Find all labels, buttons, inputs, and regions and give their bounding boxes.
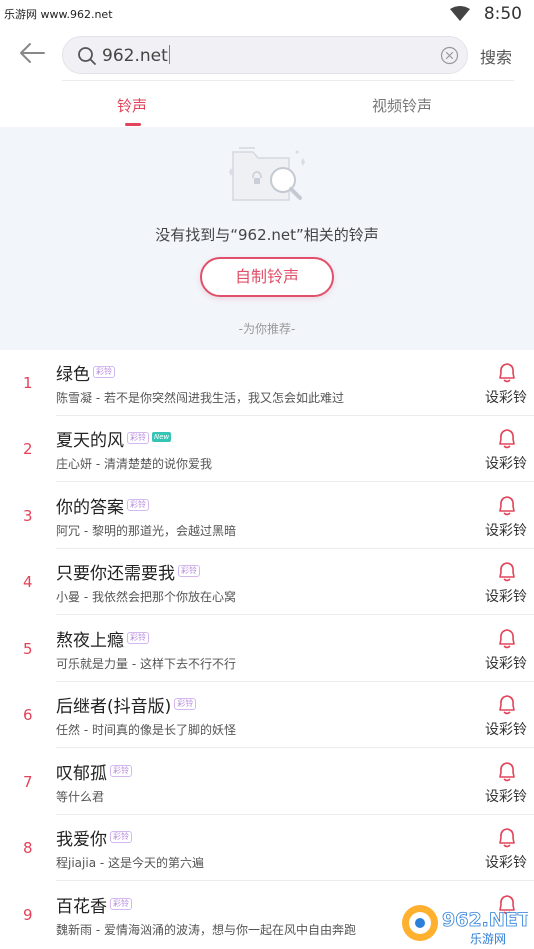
list-item[interactable]: 4 只要你还需要我 彩铃 小曼 - 我依然会把那个你放在心窝 设彩铃: [0, 549, 534, 615]
tab-ringtone[interactable]: 铃声: [117, 95, 147, 116]
song-title-line: 绿色 彩铃: [56, 360, 115, 385]
song-title-line: 你的答案 彩铃: [56, 493, 149, 518]
make-ringtone-button[interactable]: 自制铃声: [200, 257, 334, 297]
song-subtitle: 阿冗 - 黎明的那道光，会越过黑暗: [56, 524, 236, 538]
list-item[interactable]: 3 你的答案 彩铃 阿冗 - 黎明的那道光，会越过黑暗 设彩铃: [0, 483, 534, 549]
clear-search-icon[interactable]: [440, 46, 459, 69]
search-input-value: 962.net: [102, 45, 171, 66]
status-bar: 乐游网 www.962.net 8:50: [0, 0, 534, 28]
rank-number: 7: [23, 773, 33, 791]
song-title: 夏天的风: [56, 431, 124, 451]
song-title-line: 熬夜上瘾 彩铃: [56, 626, 149, 651]
song-title-line: 只要你还需要我 彩铃: [56, 559, 200, 584]
recommend-label: -为你推荐-: [238, 322, 296, 336]
rank-number: 5: [23, 640, 33, 658]
set-ringback-button[interactable]: 设彩铃: [485, 453, 527, 473]
row-divider: [56, 614, 534, 615]
list-item[interactable]: 2 夏天的风 彩铃 New 庄心妍 - 清清楚楚的说你爱我 设彩铃: [0, 416, 534, 482]
svg-text:962.NET: 962.NET: [442, 909, 528, 931]
rank-number: 8: [23, 839, 33, 857]
search-button[interactable]: 搜索: [480, 44, 512, 68]
bell-icon[interactable]: [497, 761, 517, 787]
rank-number: 9: [23, 906, 33, 924]
set-ringback-button[interactable]: 设彩铃: [485, 387, 527, 407]
status-site-label: 乐游网 www.962.net: [4, 8, 113, 21]
search-icon: [77, 46, 97, 70]
list-item[interactable]: 7 叹郁孤 彩铃 等什么君 设彩铃: [0, 749, 534, 815]
rank-number: 3: [23, 507, 33, 525]
song-title-line: 百花香 彩铃: [56, 892, 132, 917]
caling-badge: 彩铃: [127, 432, 149, 444]
song-title: 你的答案: [56, 498, 124, 518]
song-title-line: 夏天的风 彩铃 New: [56, 426, 172, 451]
bell-icon[interactable]: [497, 428, 517, 454]
set-ringback-button[interactable]: 设彩铃: [485, 586, 527, 606]
empty-folder-search-icon: [225, 142, 309, 212]
list-item[interactable]: 5 熬夜上瘾 彩铃 可乐就是力量 - 这样下去不行不行 设彩铃: [0, 616, 534, 682]
status-time: 8:50: [483, 4, 522, 24]
list-item[interactable]: 6 后继者(抖音版) 彩铃 任然 - 时间真的像是长了脚的妖怪 设彩铃: [0, 682, 534, 748]
search-bar: 962.net 搜索: [0, 28, 534, 81]
list-item[interactable]: 8 我爱你 彩铃 程jiajia - 这是今天的第六遍 设彩铃: [0, 815, 534, 881]
song-subtitle: 程jiajia - 这是今天的第六遍: [56, 856, 205, 870]
caling-badge: 彩铃: [127, 499, 149, 511]
caling-badge: 彩铃: [127, 632, 149, 644]
bell-icon[interactable]: [497, 694, 517, 720]
song-title: 我爱你: [56, 830, 107, 850]
song-title: 只要你还需要我: [56, 564, 175, 584]
song-title: 后继者(抖音版): [56, 697, 172, 717]
wifi-icon: [450, 6, 470, 26]
set-ringback-button[interactable]: 设彩铃: [485, 520, 527, 540]
rank-number: 4: [23, 573, 33, 591]
song-subtitle: 可乐就是力量 - 这样下去不行不行: [56, 657, 236, 671]
caling-badge: 彩铃: [110, 898, 132, 910]
caling-badge: 彩铃: [93, 366, 115, 378]
set-ringback-button[interactable]: 设彩铃: [485, 653, 527, 673]
song-title: 绿色: [56, 365, 90, 385]
row-divider: [56, 481, 534, 482]
bell-icon[interactable]: [497, 628, 517, 654]
caling-badge: 彩铃: [110, 831, 132, 843]
song-subtitle: 魏新雨 - 爱情海汹涌的波涛，想与你一起在风中自由奔跑: [56, 923, 356, 937]
caling-badge: 彩铃: [178, 565, 200, 577]
song-title: 叹郁孤: [56, 764, 107, 784]
song-title: 百花香: [56, 897, 107, 917]
tab-bar: 铃声 视频铃声: [0, 80, 534, 126]
set-ringback-button[interactable]: 设彩铃: [485, 786, 527, 806]
empty-state: 没有找到与“962.net”相关的铃声 自制铃声 -为你推荐-: [0, 127, 534, 350]
rank-number: 6: [23, 706, 33, 724]
svg-text:乐游网: 乐游网: [470, 932, 506, 946]
rank-number: 2: [23, 440, 33, 458]
song-title-line: 后继者(抖音版) 彩铃: [56, 692, 197, 717]
watermark-logo: 962.NET 乐游网: [398, 897, 531, 947]
row-divider: [56, 747, 534, 748]
row-divider: [56, 880, 534, 881]
set-ringback-button[interactable]: 设彩铃: [485, 719, 527, 739]
song-title-line: 我爱你 彩铃: [56, 825, 132, 850]
bell-icon[interactable]: [497, 362, 517, 388]
new-badge: New: [152, 432, 172, 442]
caling-badge: 彩铃: [174, 698, 197, 710]
song-subtitle: 陈雪凝 - 若不是你突然闯进我生活，我又怎会如此难过: [56, 391, 344, 405]
rank-number: 1: [23, 374, 33, 392]
list-item[interactable]: 1 绿色 彩铃 陈雪凝 - 若不是你突然闯进我生活，我又怎会如此难过 设彩铃: [0, 350, 534, 416]
text-cursor: [168, 45, 171, 64]
bell-icon[interactable]: [497, 495, 517, 521]
song-subtitle: 等什么君: [56, 790, 105, 804]
song-subtitle: 任然 - 时间真的像是长了脚的妖怪: [56, 723, 236, 737]
song-title-line: 叹郁孤 彩铃: [56, 759, 132, 784]
active-tab-indicator: [125, 123, 141, 126]
bell-icon[interactable]: [497, 561, 517, 587]
song-title: 熬夜上瘾: [56, 631, 124, 651]
back-arrow-icon[interactable]: [18, 42, 46, 68]
tab-video-ringtone[interactable]: 视频铃声: [372, 95, 432, 116]
set-ringback-button[interactable]: 设彩铃: [485, 852, 527, 872]
search-input[interactable]: 962.net: [62, 36, 468, 74]
empty-message: 没有找到与“962.net”相关的铃声: [155, 226, 379, 244]
song-subtitle: 庄心妍 - 清清楚楚的说你爱我: [56, 457, 212, 471]
caling-badge: 彩铃: [110, 765, 132, 777]
bell-icon[interactable]: [497, 827, 517, 853]
song-subtitle: 小曼 - 我依然会把那个你放在心窝: [56, 590, 236, 604]
